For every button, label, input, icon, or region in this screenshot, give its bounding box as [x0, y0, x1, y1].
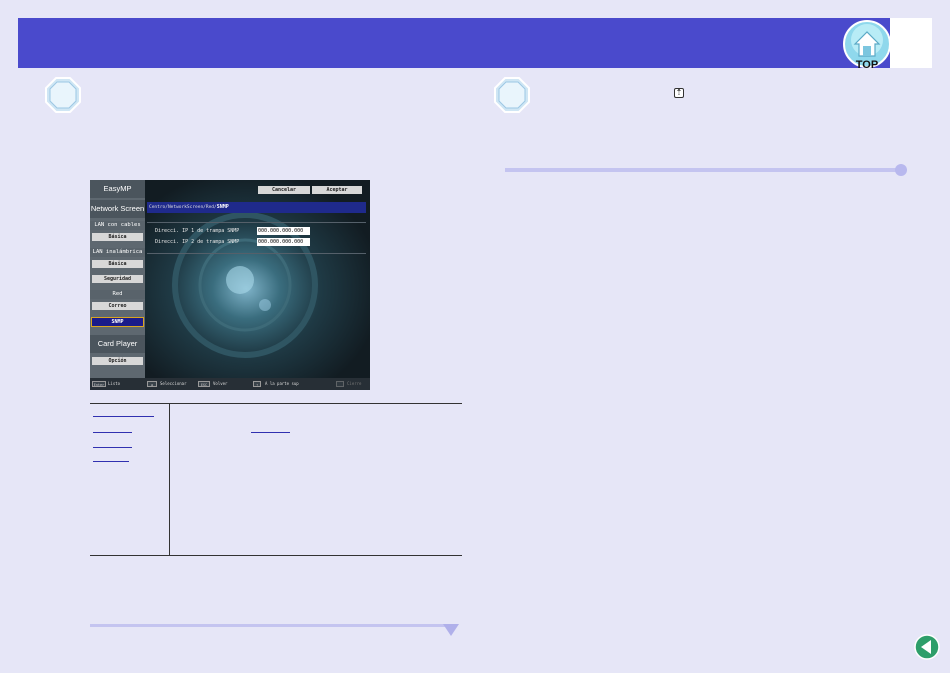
- trap-ip1-label: Direcci. IP 1 de trampa SNMP: [155, 228, 240, 234]
- top-key-icon: ⇡: [253, 381, 261, 387]
- info-table: [90, 403, 462, 556]
- next-page-triangle-icon[interactable]: [443, 624, 459, 636]
- menu-item-correo[interactable]: Correo: [92, 302, 143, 310]
- key-help-text: A la parte sup: [265, 381, 299, 386]
- link-underline[interactable]: [93, 447, 132, 448]
- link-underline[interactable]: [93, 432, 132, 433]
- trap-ip2-field[interactable]: 000.000.000.000: [257, 238, 310, 246]
- app-title: EasyMP: [90, 180, 145, 198]
- header-bar: [18, 18, 932, 68]
- step-octagon-icon: [494, 77, 530, 113]
- key-help-text: Seleccionar: [160, 381, 187, 386]
- esc-key-icon: ESC: [198, 381, 210, 387]
- trap-ip2-label: Direcci. IP 2 de trampa SNMP: [155, 239, 240, 245]
- divider: [147, 222, 366, 223]
- up-arrow-key-icon: ⇡: [674, 88, 684, 98]
- link-underline[interactable]: [93, 461, 129, 462]
- section-network-screen[interactable]: Network Screen: [90, 200, 145, 218]
- menu-item-basica-wired[interactable]: Básica: [92, 233, 143, 241]
- breadcrumb: Centro/NetworkScreen/Red/SNMP: [147, 202, 366, 213]
- easymp-screenshot: EasyMP Network Screen LAN con cables Bás…: [90, 180, 370, 390]
- back-arrow-icon[interactable]: [914, 634, 940, 660]
- breadcrumb-current: SNMP: [216, 204, 229, 210]
- divider-dot-icon: [895, 164, 907, 176]
- divider: [147, 253, 366, 254]
- easymp-sidebar: EasyMP Network Screen LAN con cables Bás…: [90, 180, 145, 378]
- breadcrumb-path: Centro/NetworkScreen/Red/: [149, 205, 217, 210]
- menu-item-red[interactable]: Red: [90, 290, 145, 299]
- trap-ip1-field[interactable]: 000.000.000.000: [257, 227, 310, 235]
- move-key-icon: ✥: [147, 381, 157, 387]
- top-label: TOP: [856, 59, 878, 70]
- accept-button[interactable]: Aceptar: [312, 186, 362, 194]
- step-octagon-icon: [45, 77, 81, 113]
- table-column-divider: [169, 404, 170, 555]
- key-help-text: Cierre: [347, 381, 362, 386]
- menu-item-basica-wireless[interactable]: Básica: [92, 260, 143, 268]
- key-help-text: Listo: [108, 381, 121, 386]
- enter-key-icon: Enter: [92, 381, 106, 387]
- section-lan-wired[interactable]: LAN con cables: [90, 221, 145, 230]
- key-help-bar: Enter Listo ✥ Seleccionar ESC Volver ⇡ A…: [90, 378, 370, 390]
- cancel-button[interactable]: Cancelar: [258, 186, 310, 194]
- menu-item-snmp[interactable]: SNMP: [91, 317, 144, 327]
- menu-item-opcion[interactable]: Opción: [92, 357, 143, 365]
- top-home-icon[interactable]: TOP: [843, 18, 891, 70]
- section-lan-wireless[interactable]: LAN inalámbrica: [90, 248, 145, 257]
- header-corner: [890, 18, 932, 68]
- link-underline[interactable]: [251, 432, 290, 433]
- close-key-icon: [336, 381, 344, 387]
- section-card-player[interactable]: Card Player: [90, 335, 145, 353]
- menu-item-seguridad[interactable]: Seguridad: [92, 275, 143, 283]
- link-underline[interactable]: [93, 416, 154, 417]
- key-help-text: Volver: [213, 381, 228, 386]
- footer-divider: [90, 624, 450, 627]
- section-divider: [505, 168, 901, 172]
